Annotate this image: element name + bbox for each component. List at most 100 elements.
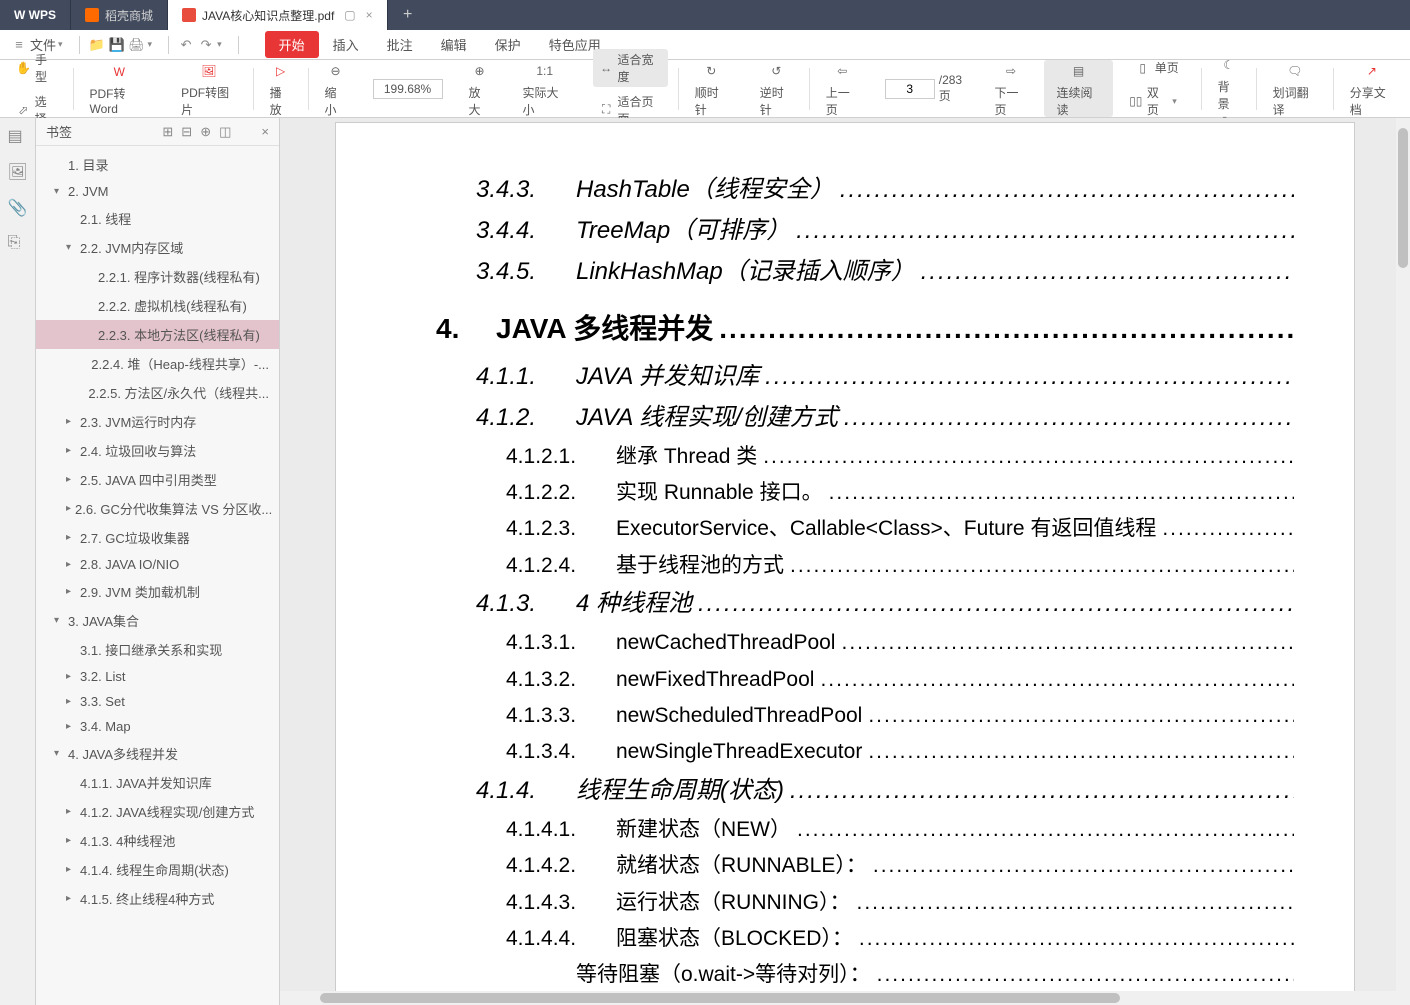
side-collapse-icon[interactable]: ⊟ [181,124,192,140]
toc-line: 3.4.3.HashTable（线程安全）...................… [476,173,1294,208]
background[interactable]: ☾背景▾ [1212,52,1246,125]
wps-tab[interactable]: W WPS [0,0,71,30]
tree-item[interactable]: 1. 目录 [36,150,279,179]
tab-annotate[interactable]: 批注 [373,31,427,58]
tree-item[interactable]: ▾2.2. JVM内存区域 [36,233,279,262]
tab-edit[interactable]: 编辑 [427,31,481,58]
thumb-panel-icon[interactable]: 🖼 [8,162,28,182]
rotate-cw[interactable]: ↻顺时针 [689,58,734,120]
tree-item[interactable]: ▸2.5. JAVA 四中引用类型 [36,465,279,494]
tree-item-label: 2.2.3. 本地方法区(线程私有) [98,325,260,344]
tab-protect[interactable]: 保护 [481,31,535,58]
side-expand-icon[interactable]: ⊞ [162,124,173,140]
undo-icon[interactable]: ↶ [177,36,195,54]
tree-item[interactable]: ▸2.8. JAVA IO/NIO [36,552,279,577]
tab-begin[interactable]: 开始 [265,31,319,58]
tree-item[interactable]: ▸4.1.3. 4种线程池 [36,826,279,855]
tree-item[interactable]: ▾3. JAVA集合 [36,606,279,635]
sidebar-title: 书签 [46,122,72,141]
pdf-to-image[interactable]: 🖼PDF转图片 [175,58,243,120]
toc-text: TreeMap（可排序） [576,214,790,249]
fit-width[interactable]: ↔适合宽度 [593,49,668,87]
tree-item[interactable]: ▸2.7. GC垃圾收集器 [36,523,279,552]
side-add-icon[interactable]: ⊕ [200,124,211,140]
horizontal-scrollbar[interactable] [280,991,1396,1005]
share[interactable]: ↗分享文档 [1344,58,1400,120]
h-scroll-thumb[interactable] [320,993,1120,1003]
tree-item[interactable]: ▸4.1.4. 线程生命周期(状态) [36,855,279,884]
pdf-to-word[interactable]: WPDF转Word [83,59,155,118]
next-page[interactable]: ⇨下一页 [989,58,1034,120]
tree-item[interactable]: ▸4.1.2. JAVA线程实现/创建方式 [36,797,279,826]
zoom-input[interactable]: 199.68% [373,79,443,99]
tree-item[interactable]: 2.2.5. 方法区/永久代（线程共... [36,378,279,407]
v-scroll-thumb[interactable] [1398,128,1408,268]
toc-num: 4.1.4.4. [506,924,596,954]
open-icon[interactable]: 📁 [88,36,106,54]
translate[interactable]: 🗨划词翻译 [1267,58,1323,120]
print-icon[interactable]: 🖨 [128,36,146,54]
caret-icon: ▾ [54,615,64,626]
tree-item[interactable]: ▸2.3. JVM运行时内存 [36,407,279,436]
toc-text: JAVA 线程实现/创建方式 [576,401,838,436]
tree-item[interactable]: 3.1. 接口继承关系和实现 [36,635,279,664]
side-bookmark-icon[interactable]: ◫ [219,124,231,140]
actual-size[interactable]: 1:1实际大小 [517,58,573,120]
toc-num: 4.1.4.1. [506,815,596,845]
tree-item[interactable]: ▸3.3. Set [36,689,279,714]
toc-text: 继承 Thread 类 [616,442,757,472]
tree-item[interactable]: 2.2.1. 程序计数器(线程私有) [36,262,279,291]
new-tab-button[interactable]: + [388,6,428,24]
tree-item[interactable]: ▾2. JVM [36,179,279,204]
tree-item[interactable]: ▸3.2. List [36,664,279,689]
other-panel-icon[interactable]: ⎘ [8,234,28,254]
image-icon: 🖼 [198,60,220,82]
tree-item[interactable]: ▾4. JAVA多线程并发 [36,739,279,768]
toc-line: 4.1.3.3.newScheduledThreadPool..........… [506,701,1294,731]
tree-item-label: 4.1.1. JAVA并发知识库 [80,773,212,792]
trans-icon: 🗨 [1284,60,1306,82]
save-icon[interactable]: 💾 [108,36,126,54]
double-page[interactable]: ▯▯双页▾ [1123,82,1191,120]
caret-icon: ▸ [66,671,76,682]
play-button[interactable]: ▷播放 [264,58,298,120]
popout-icon[interactable]: ▢ [344,8,355,22]
toc-line: 4.1.4.2.就绪状态（RUNNABLE）：.................… [506,851,1294,881]
tree-item[interactable]: 2.2.4. 堆（Heap-线程共享）-... [36,349,279,378]
page-input[interactable] [885,79,935,99]
tree-item[interactable]: ▸2.6. GC分代收集算法 VS 分区收... [36,494,279,523]
tree-item[interactable]: 2.1. 线程 [36,204,279,233]
store-tab[interactable]: 稻壳商城 [71,0,168,30]
toc-text: newScheduledThreadPool [616,701,862,731]
hand-tool[interactable]: ✋手型 [10,49,63,87]
tree-item[interactable]: 2.2.3. 本地方法区(线程私有) [36,320,279,349]
toc-line: 4.1.3.1.newCachedThreadPool.............… [506,628,1294,658]
tree-item[interactable]: ▸4.1.5. 终止线程4种方式 [36,884,279,913]
redo-icon[interactable]: ↷ [197,36,215,54]
close-tab-icon[interactable]: × [366,8,373,22]
tree-item[interactable]: ▸3.4. Map [36,714,279,739]
tree-item[interactable]: 4.1.1. JAVA并发知识库 [36,768,279,797]
zoom-in[interactable]: ⊕放大 [463,58,497,120]
tree-item-label: 2.1. 线程 [80,209,131,228]
bookmark-panel-icon[interactable]: ▤ [8,126,28,146]
sidebar-close-icon[interactable]: × [261,124,269,139]
continuous-read[interactable]: ▤连续阅读 [1050,58,1106,120]
tree-item[interactable]: ▸2.4. 垃圾回收与算法 [36,436,279,465]
tree-item[interactable]: 2.2.2. 虚拟机栈(线程私有) [36,291,279,320]
toc-num: 4.1.2.4. [506,551,596,581]
redo-dropdown-icon[interactable]: ▾ [217,39,222,50]
rotate-ccw[interactable]: ↺逆时针 [754,58,799,120]
tab-insert[interactable]: 插入 [319,31,373,58]
toc-num: 4.1.2.2. [506,478,596,508]
tree-item[interactable]: ▸2.9. JVM 类加载机制 [36,577,279,606]
attach-panel-icon[interactable]: 📎 [8,198,28,218]
print-dropdown-icon[interactable]: ▾ [148,39,153,50]
vertical-scrollbar[interactable] [1396,118,1410,1005]
sidebar-header: 书签 ⊞ ⊟ ⊕ ◫ × [36,118,279,146]
doc-tab[interactable]: JAVA核心知识点整理.pdf ▢ × [168,0,388,30]
zoom-out[interactable]: ⊖缩小 [319,58,353,120]
prev-page[interactable]: ⇦上一页 [820,58,865,120]
toc-text: 线程生命周期(状态) [576,774,784,809]
single-page[interactable]: ▯单页 [1129,57,1185,78]
